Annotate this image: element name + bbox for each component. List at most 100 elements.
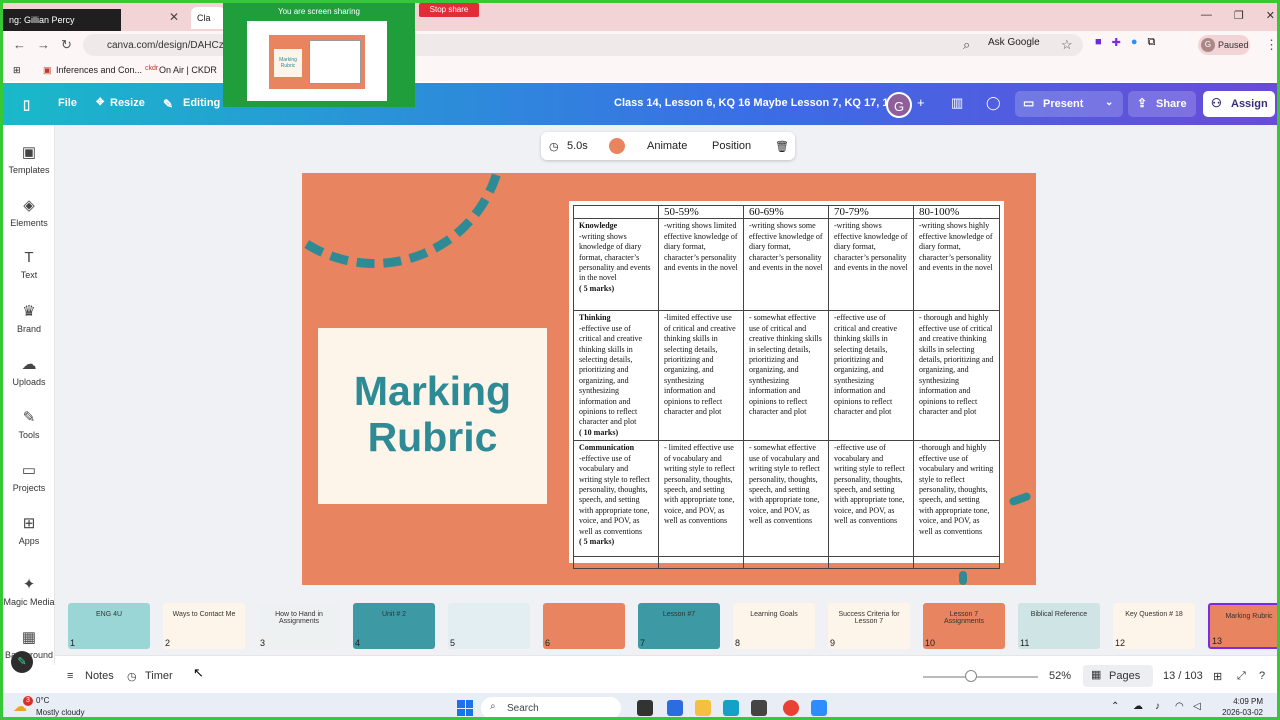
pages-button[interactable]: ▦ Pages (1083, 665, 1153, 687)
page-thumbnail[interactable]: 5 (448, 603, 530, 649)
zoom-lens-icon[interactable]: ⌕ (963, 37, 970, 53)
assistant-pen-icon[interactable]: ✎ (11, 651, 33, 673)
page-thumbnail[interactable]: Key Question # 18 12 (1113, 603, 1195, 649)
page-thumbnail[interactable]: Ways to Contact Me 2 (163, 603, 245, 649)
notes-button[interactable]: Notes (85, 670, 114, 682)
page-thumbnail[interactable]: Biblical Reference 11 (1018, 603, 1100, 649)
sidebar-item-magic-media[interactable]: ✦ Magic Media (3, 575, 55, 607)
back-icon[interactable]: ← (13, 37, 26, 52)
elements-icon: ◈ (23, 197, 35, 214)
microphone-icon[interactable]: ♪ (1155, 701, 1160, 712)
sidebar-toggle-icon[interactable]: ▯ (23, 97, 30, 113)
reload-icon[interactable]: ↻ (61, 37, 72, 53)
page-thumbnail[interactable]: Lesson #7 7 (638, 603, 720, 649)
add-collaborator-icon[interactable]: + (917, 95, 925, 110)
chrome-icon[interactable] (783, 700, 799, 716)
fullscreen-icon[interactable]: ⤢ (1237, 670, 1246, 683)
rubric-table-image[interactable]: 50-59% 60-69% 70-79% 80-100% Knowledge -… (569, 201, 1004, 570)
sidebar-item-text[interactable]: T Text (3, 249, 55, 280)
ask-google-button[interactable]: Ask Google (988, 37, 1040, 48)
slide-canvas[interactable]: Marking Rubric 50-59% 60-69% 70-79% 80-1… (302, 173, 1036, 585)
chevron-down-icon[interactable]: ⌄ (1105, 97, 1113, 108)
clock[interactable]: 4:09 PM 2026-03-02 (1215, 696, 1263, 717)
edge-icon[interactable] (723, 700, 739, 716)
editing-mode-button[interactable]: Editing (183, 97, 220, 109)
collaborator-avatar[interactable]: G (886, 92, 912, 118)
sidebar-item-brand[interactable]: ♛ Brand (3, 302, 55, 334)
extension-zoom-icon[interactable]: ● (1131, 36, 1138, 49)
profile-paused-button[interactable]: G Paused (1198, 35, 1250, 55)
bookmarks-bar: ⊞ ▣ Inferences and Con... ckdr On Air | … (3, 59, 1277, 81)
tray-chevron-icon[interactable]: ⌃ (1111, 701, 1119, 712)
wifi-icon[interactable]: ◠ (1175, 701, 1184, 712)
share-button[interactable]: ⇪ Share (1128, 91, 1196, 117)
task-view-icon[interactable] (637, 700, 653, 716)
url-text: canva.com/design/DAHCznc (107, 39, 235, 51)
help-icon[interactable]: ? (1259, 670, 1265, 682)
teams-icon[interactable] (667, 700, 683, 716)
file-menu[interactable]: File (58, 97, 77, 109)
maximize-icon[interactable]: ❐ (1234, 9, 1244, 22)
extension-k-icon[interactable]: ■ (1095, 36, 1102, 49)
apps-grid-icon[interactable]: ⊞ (13, 65, 21, 76)
zoom-slider-knob[interactable] (965, 670, 977, 682)
sidebar-label: Tools (18, 430, 40, 440)
page-thumbnail[interactable]: Lesson 7 Assignments 10 (923, 603, 1005, 649)
windows-taskbar: ☁ 3 0°C Mostly cloudy ⌕ Search ⌃ ☁ ♪ ◠ ◁… (3, 693, 1277, 717)
delete-trash-icon[interactable]: 🗑 (775, 140, 789, 153)
browser-menu-icon[interactable]: ⋮ (1265, 37, 1277, 53)
present-button[interactable]: ▭ Present ⌄ (1015, 91, 1123, 117)
bookmark-star-icon[interactable]: ☆ (1061, 37, 1073, 53)
taskbar-search[interactable]: ⌕ Search (481, 697, 621, 717)
close-tab-icon[interactable]: ✕ (169, 10, 179, 24)
title-card[interactable]: Marking Rubric (318, 328, 547, 504)
minimize-icon[interactable]: — (1201, 9, 1212, 22)
profile-avatar: G (1201, 38, 1215, 52)
file-explorer-icon[interactable] (695, 700, 711, 716)
document-title[interactable]: Class 14, Lesson 6, KQ 16 Maybe Lesson 7… (614, 97, 895, 109)
browser-tab-canva[interactable]: Cla (191, 7, 225, 29)
page-thumbnail[interactable]: Unit # 2 4 (353, 603, 435, 649)
cloud-tray-icon[interactable]: ☁ (1133, 701, 1143, 712)
zoom-slider-track[interactable] (923, 676, 1038, 678)
extensions-icon[interactable]: ⧉ (1148, 36, 1156, 49)
grid-view-icon[interactable]: ⊞ (1213, 670, 1222, 683)
stop-share-button[interactable]: Stop share (419, 3, 479, 17)
resize-button[interactable]: Resize (110, 97, 145, 109)
volume-icon[interactable]: ◁ (1193, 701, 1201, 712)
duration-button[interactable]: 5.0s (567, 140, 588, 152)
windows-start-icon[interactable] (457, 700, 473, 716)
forward-icon[interactable]: → (37, 37, 50, 52)
zoom-app-icon[interactable] (811, 700, 827, 716)
extension-puzzle-icon[interactable]: ✚ (1112, 36, 1121, 49)
timer-button[interactable]: Timer (145, 670, 173, 682)
browser-tab-meeting[interactable]: ng: Gillian Percy (3, 9, 121, 31)
bookmark-inferences[interactable]: Inferences and Con... (56, 65, 142, 75)
position-button[interactable]: Position (712, 140, 751, 152)
bookmark-ckdr[interactable]: On Air | CKDR (159, 65, 217, 75)
thumbnail-title: Biblical Reference (1030, 611, 1088, 618)
close-window-icon[interactable]: ✕ (1266, 9, 1275, 22)
page-thumbnail[interactable]: 6 (543, 603, 625, 649)
slide-title[interactable]: Marking Rubric (318, 368, 547, 460)
zoom-level[interactable]: 52% (1049, 670, 1071, 682)
animate-button[interactable]: Animate (647, 140, 687, 152)
assign-button[interactable]: ⚇ Assign (1203, 91, 1275, 117)
page-thumbnail[interactable]: Marking Rubric 13 (1208, 603, 1277, 649)
page-thumbnail[interactable]: ENG 4U 1 (68, 603, 150, 649)
page-thumbnail[interactable]: How to Hand in Assignments 3 (258, 603, 340, 649)
page-thumbnail[interactable]: Success Criteria for Lesson 7 9 (828, 603, 910, 649)
sidebar-item-projects[interactable]: ▭ Projects (3, 461, 55, 493)
sidebar-item-templates[interactable]: ▣ Templates (3, 143, 55, 175)
sidebar-item-elements[interactable]: ◈ Elements (3, 196, 55, 228)
rubric-row-thinking: Thinking -effective use of critical and … (573, 310, 1000, 442)
page-thumbnail[interactable]: Learning Goals 8 (733, 603, 815, 649)
comments-icon[interactable]: ◯ (986, 95, 1001, 111)
screen-share-preview[interactable]: You are screen sharing Marking Rubric (223, 3, 415, 107)
sidebar-item-uploads[interactable]: ☁ Uploads (3, 355, 55, 387)
store-icon[interactable] (751, 700, 767, 716)
color-swatch[interactable] (609, 138, 625, 154)
insights-chart-icon[interactable]: ▥ (951, 95, 963, 111)
sidebar-item-apps[interactable]: ⊞ Apps (3, 514, 55, 546)
sidebar-item-tools[interactable]: ✎ Tools (3, 408, 55, 440)
